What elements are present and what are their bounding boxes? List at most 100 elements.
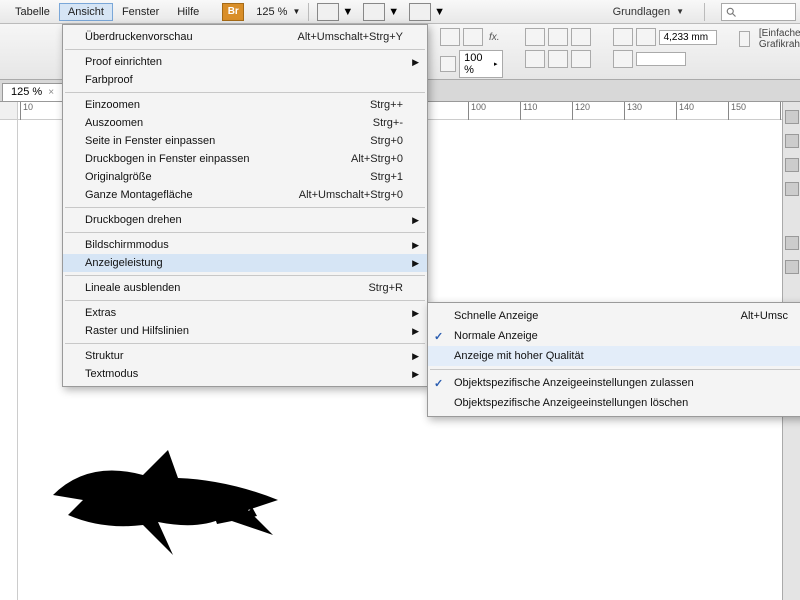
shark-graphic[interactable] <box>48 440 308 560</box>
panel-icon[interactable] <box>785 260 799 274</box>
menu-item[interactable]: OriginalgrößeStrg+1 <box>63 168 427 186</box>
frame-fit-icon[interactable] <box>636 28 656 46</box>
menu-item-label: Druckbogen in Fenster einpassen <box>85 153 249 165</box>
submenu-item[interactable]: Schnelle AnzeigeAlt+Umsc <box>428 306 800 326</box>
check-icon: ✓ <box>434 377 443 390</box>
menu-shortcut: Alt+Strg+0 <box>351 153 403 165</box>
dropdown-arrow-icon: ▼ <box>292 7 300 16</box>
document-tab[interactable]: 125 % × <box>2 83 65 101</box>
tool-icon[interactable] <box>739 31 750 47</box>
submenu-arrow-icon: ▶ <box>412 308 419 319</box>
align-icon[interactable] <box>525 50 545 68</box>
panel-icon[interactable] <box>785 158 799 172</box>
ruler-tick: 100 <box>468 102 486 120</box>
menu-separator <box>65 343 425 344</box>
tab-zoom-label: 125 % <box>11 86 42 98</box>
arrange-icon[interactable] <box>363 3 385 21</box>
menu-item-label: Textmodus <box>85 368 138 380</box>
menubar: Tabelle Ansicht Fenster Hilfe Br 125 %▼ … <box>0 0 800 24</box>
menu-hilfe[interactable]: Hilfe <box>168 3 208 21</box>
opacity-field[interactable]: 100 %▸ <box>459 50 502 78</box>
frame-fit-icon[interactable] <box>613 50 633 68</box>
menu-shortcut: Strg++ <box>370 99 403 111</box>
menu-item[interactable]: Extras▶ <box>63 304 427 322</box>
stroke-style-field[interactable] <box>636 52 686 66</box>
menu-item[interactable]: Überdruckenvorschau Alt+Umschalt+Strg+Y <box>63 28 427 46</box>
ansicht-menu: Überdruckenvorschau Alt+Umschalt+Strg+Y Pr… <box>62 24 428 387</box>
align-icon[interactable] <box>548 50 568 68</box>
submenu-arrow-icon: ▶ <box>412 351 419 362</box>
view-options-icon[interactable] <box>409 3 431 21</box>
bridge-button[interactable]: Br <box>222 3 244 21</box>
menu-item[interactable]: Struktur▶ <box>63 347 427 365</box>
panel-icon[interactable] <box>785 236 799 250</box>
panel-icon[interactable] <box>785 134 799 148</box>
stroke-width-field[interactable]: 4,233 mm <box>659 30 717 45</box>
fx-button[interactable]: fx. <box>486 32 503 43</box>
menu-item-label: Überdruckenvorschau <box>85 31 193 43</box>
dropdown-arrow-icon: ▼ <box>676 7 684 16</box>
menu-item[interactable]: Raster und Hilfslinien▶ <box>63 322 427 340</box>
menu-ansicht[interactable]: Ansicht <box>59 3 113 21</box>
menu-separator <box>430 369 800 370</box>
menu-item-label: Druckbogen drehen <box>85 214 182 226</box>
menu-item[interactable]: Anzeigeleistung▶ <box>63 254 427 272</box>
menu-item[interactable]: Ganze MontageflächeAlt+Umschalt+Strg+0 <box>63 186 427 204</box>
menu-separator <box>65 232 425 233</box>
check-icon: ✓ <box>434 330 443 343</box>
menu-item[interactable]: Druckbogen in Fenster einpassen Alt+Strg+… <box>63 150 427 168</box>
screen-mode-icon[interactable] <box>317 3 339 21</box>
frame-fit-icon[interactable] <box>613 28 633 46</box>
align-icon[interactable] <box>525 28 545 46</box>
align-icon[interactable] <box>571 50 591 68</box>
submenu-arrow-icon: ▶ <box>412 258 419 269</box>
menu-separator <box>65 300 425 301</box>
submenu-arrow-icon: ▶ <box>412 215 419 226</box>
menu-shortcut: Alt+Umschalt+Strg+Y <box>298 31 403 43</box>
menu-item[interactable]: Textmodus ▶ <box>63 365 427 383</box>
align-icon[interactable] <box>548 28 568 46</box>
search-input[interactable] <box>721 3 796 21</box>
anzeigeleistung-submenu: Schnelle AnzeigeAlt+Umsc ✓ Normale Anzeige… <box>427 302 800 417</box>
tool-icon[interactable] <box>440 56 456 72</box>
menu-item[interactable]: Farbproof <box>63 71 427 89</box>
menu-item-label: Lineale ausblenden <box>85 282 180 294</box>
menu-fenster[interactable]: Fenster <box>113 3 168 21</box>
submenu-item[interactable]: Objektspezifische Anzeigeeinstellungen l… <box>428 393 800 413</box>
menu-item[interactable]: Bildschirmmodus▶ <box>63 236 427 254</box>
menu-shortcut: Strg+- <box>373 117 403 129</box>
menu-tabelle[interactable]: Tabelle <box>6 3 59 21</box>
submenu-arrow-icon: ▶ <box>412 369 419 380</box>
dropdown-arrow-icon: ▼ <box>388 6 399 18</box>
close-icon[interactable]: × <box>48 87 54 98</box>
submenu-item[interactable]: ✓Objektspezifische Anzeigeeinstellungen … <box>428 373 800 393</box>
menu-separator <box>65 207 425 208</box>
panel-icon[interactable] <box>785 182 799 196</box>
menu-item[interactable]: Einzoomen Strg++ <box>63 96 427 114</box>
menu-item[interactable]: Lineale ausblendenStrg+R <box>63 279 427 297</box>
submenu-item-label: Normale Anzeige <box>454 330 538 342</box>
menu-item[interactable]: AuszoomenStrg+- <box>63 114 427 132</box>
vertical-ruler[interactable] <box>0 120 18 600</box>
search-icon <box>725 6 737 18</box>
ruler-tick: 140 <box>676 102 694 120</box>
submenu-item[interactable]: ✓ Normale Anzeige <box>428 326 800 346</box>
ruler-tick: 150 <box>728 102 746 120</box>
tool-icon[interactable] <box>440 28 460 46</box>
align-icon[interactable] <box>571 28 591 46</box>
submenu-item-label: Schnelle Anzeige <box>454 310 538 322</box>
menu-item-label: Raster und Hilfslinien <box>85 325 189 337</box>
zoom-level-top[interactable]: 125 %▼ <box>256 6 300 18</box>
workspace-switcher[interactable]: Grundlagen▼ <box>601 4 696 20</box>
tool-icon[interactable] <box>463 28 483 46</box>
menu-item[interactable]: Druckbogen drehen ▶ <box>63 211 427 229</box>
panel-icon[interactable] <box>785 110 799 124</box>
ruler-origin[interactable] <box>0 102 18 120</box>
menu-item[interactable]: Proof einrichten▶ <box>63 53 427 71</box>
menu-item[interactable]: Seite in Fenster einpassenStrg+0 <box>63 132 427 150</box>
menu-separator <box>65 49 425 50</box>
object-style-label[interactable]: [Einfacher Grafikrah <box>759 28 800 50</box>
menu-item-label: Einzoomen <box>85 99 140 111</box>
dropdown-arrow-icon: ▼ <box>342 6 353 18</box>
submenu-item[interactable]: Anzeige mit hoher Qualität <box>428 346 800 366</box>
